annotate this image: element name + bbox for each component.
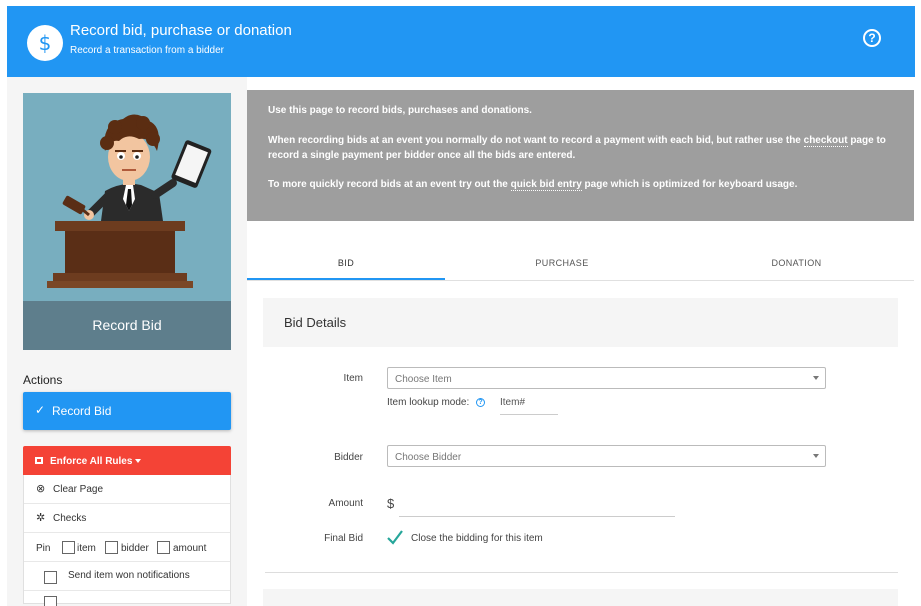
page-header: $ Record bid, purchase or donation Recor…: [7, 6, 915, 77]
info-line-1: Use this page to record bids, purchases …: [268, 105, 532, 116]
auctioneer-illustration: [47, 114, 212, 288]
hero-card: Record Bid: [23, 93, 231, 350]
page-subtitle: Record a transaction from a bidder: [70, 45, 224, 56]
amount-input[interactable]: [399, 494, 675, 517]
info-line-2: When recording bids at an event you norm…: [268, 135, 886, 161]
notify-row: Send item won notifications: [24, 562, 230, 591]
pin-label: Pin: [36, 543, 51, 554]
action-list: ⊗ Clear Page ✲ Checks Pin item bidder am…: [23, 475, 231, 606]
chevron-down-icon: [813, 376, 819, 380]
caret-down-icon: [135, 459, 141, 463]
item-label: Item: [343, 373, 363, 384]
currency-symbol: $: [387, 496, 395, 511]
bidder-select[interactable]: Choose Bidder: [387, 445, 826, 467]
gear-icon: ✲: [36, 511, 46, 524]
checks-label: Checks: [53, 513, 87, 524]
tab-bid[interactable]: BID: [247, 249, 445, 281]
bidder-placeholder: Choose Bidder: [395, 452, 462, 463]
record-bid-button[interactable]: ✓ Record Bid: [23, 392, 231, 430]
notify-checkbox[interactable]: [44, 571, 57, 584]
card-title: Bid Details: [284, 315, 347, 330]
pin-item-checkbox[interactable]: [62, 541, 75, 554]
quick-bid-entry-link[interactable]: quick bid entry: [510, 179, 582, 191]
transaction-tabs: BID PURCHASE DONATION: [247, 249, 914, 281]
rules-icon: [35, 457, 43, 464]
chevron-down-icon: [813, 454, 819, 458]
notify-label: Send item won notifications: [68, 570, 190, 581]
clear-icon: ⊗: [36, 482, 46, 495]
tab-donation[interactable]: DONATION: [679, 249, 914, 281]
bidder-label: Bidder: [334, 452, 363, 463]
pin-bidder-label: bidder: [121, 543, 149, 554]
enforce-rules-dropdown[interactable]: Enforce All Rules: [23, 446, 231, 475]
checks-action[interactable]: ✲ Checks: [24, 504, 230, 533]
hero-caption: Record Bid: [23, 301, 231, 350]
pin-bidder-checkbox[interactable]: [105, 541, 118, 554]
next-card: [263, 589, 898, 606]
sidebar: Record Bid Actions ✓ Record Bid Enforce …: [7, 77, 247, 606]
bid-details-card: Bid Details: [263, 298, 898, 347]
amount-label: Amount: [328, 498, 363, 509]
pin-amount-label: amount: [173, 543, 207, 554]
checkout-link[interactable]: checkout: [803, 135, 848, 147]
info-line-3: To more quickly record bids at an event …: [268, 179, 798, 191]
form-divider: [265, 572, 898, 573]
lookup-mode-label: Item lookup mode:: [387, 397, 470, 408]
help-icon[interactable]: ?: [863, 29, 881, 47]
lookup-mode-select[interactable]: Item#: [500, 397, 558, 415]
clear-page-label: Clear Page: [53, 484, 104, 495]
tab-purchase[interactable]: PURCHASE: [445, 249, 679, 281]
dollar-icon: $: [27, 25, 63, 61]
pin-amount-checkbox[interactable]: [157, 541, 170, 554]
item-placeholder: Choose Item: [395, 374, 452, 385]
actions-label: Actions: [23, 373, 63, 387]
page-title: Record bid, purchase or donation: [70, 22, 292, 39]
check-icon: ✓: [35, 403, 46, 417]
pin-item-label: item: [77, 543, 96, 554]
final-bid-checkbox[interactable]: [386, 529, 404, 545]
partial-row: [24, 591, 230, 606]
enforce-rules-label: Enforce All Rules: [50, 456, 133, 467]
final-bid-text: Close the bidding for this item: [411, 533, 543, 544]
partial-checkbox[interactable]: [44, 596, 57, 606]
pin-row: Pin item bidder amount: [24, 533, 230, 562]
lookup-help-icon[interactable]: ?: [476, 398, 485, 407]
active-tab-indicator: [247, 278, 445, 280]
info-panel: Use this page to record bids, purchases …: [247, 90, 914, 221]
clear-page-action[interactable]: ⊗ Clear Page: [24, 475, 230, 504]
final-bid-label: Final Bid: [324, 533, 363, 544]
item-select[interactable]: Choose Item: [387, 367, 826, 389]
record-bid-label: Record Bid: [52, 404, 112, 418]
